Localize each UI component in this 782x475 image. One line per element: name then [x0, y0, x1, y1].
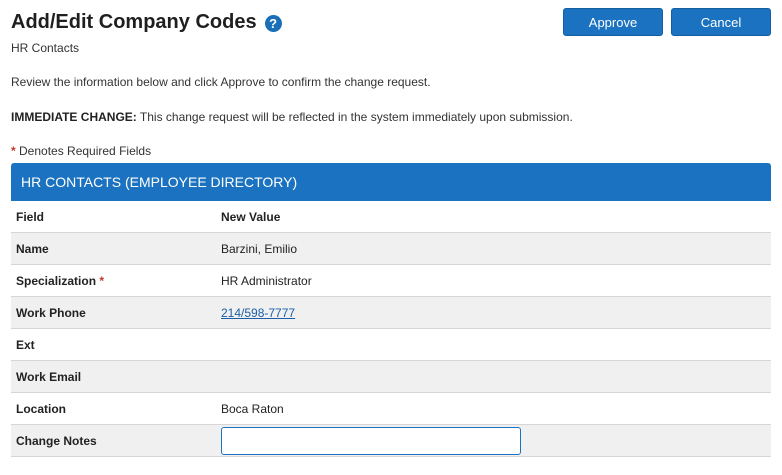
page-subtitle: HR Contacts — [11, 41, 80, 55]
notice-text: This change request will be reflected in… — [136, 110, 573, 124]
notice-label: IMMEDIATE CHANGE: — [11, 110, 137, 124]
page-title: Add/Edit Company Codes — [11, 11, 257, 33]
table-row: Change Notes — [11, 425, 771, 457]
panel-header: HR CONTACTS (EMPLOYEE DIRECTORY) — [11, 163, 771, 201]
table-header-row: Field New Value — [11, 201, 771, 233]
field-label-specialization: Specialization * — [11, 274, 221, 288]
review-table: Field New Value Name Barzini, Emilio Spe… — [11, 201, 771, 457]
required-fields-note: * Denotes Required Fields — [11, 144, 151, 158]
field-label-work-phone: Work Phone — [16, 305, 86, 320]
table-row: Name Barzini, Emilio — [11, 233, 771, 265]
column-header-new-value: New Value — [221, 209, 281, 224]
immediate-change-notice: IMMEDIATE CHANGE: This change request wi… — [11, 110, 573, 124]
page-title-container: Add/Edit Company Codes ? — [11, 11, 282, 34]
required-note-text: Denotes Required Fields — [15, 144, 152, 158]
table-row: Work Email — [11, 361, 771, 393]
work-phone-link[interactable]: 214/598-7777 — [221, 306, 295, 320]
field-label-name: Name — [16, 241, 49, 256]
field-label-ext: Ext — [16, 337, 35, 352]
field-label-location: Location — [16, 401, 66, 416]
field-label-work-email: Work Email — [16, 369, 82, 384]
instructions-text: Review the information below and click A… — [11, 75, 431, 89]
table-row: Ext — [11, 329, 771, 361]
field-value-name: Barzini, Emilio — [221, 241, 298, 256]
table-row: Specialization * HR Administrator — [11, 265, 771, 297]
change-notes-cell — [221, 426, 771, 455]
field-label-change-notes: Change Notes — [16, 433, 97, 448]
field-value-location: Boca Raton — [221, 401, 284, 416]
column-header-field: Field — [16, 209, 45, 224]
help-icon[interactable]: ? — [264, 15, 282, 32]
field-value-work-phone-cell: 214/598-7777 — [221, 306, 771, 320]
required-asterisk: * — [99, 273, 105, 288]
change-notes-input[interactable] — [221, 426, 521, 455]
table-row: Work Phone 214/598-7777 — [11, 297, 771, 329]
table-row: Location Boca Raton — [11, 393, 771, 425]
cancel-button[interactable]: Cancel — [671, 8, 771, 36]
field-label-specialization-text: Specialization — [16, 273, 97, 288]
approve-button[interactable]: Approve — [563, 8, 663, 36]
field-value-specialization: HR Administrator — [221, 273, 312, 288]
